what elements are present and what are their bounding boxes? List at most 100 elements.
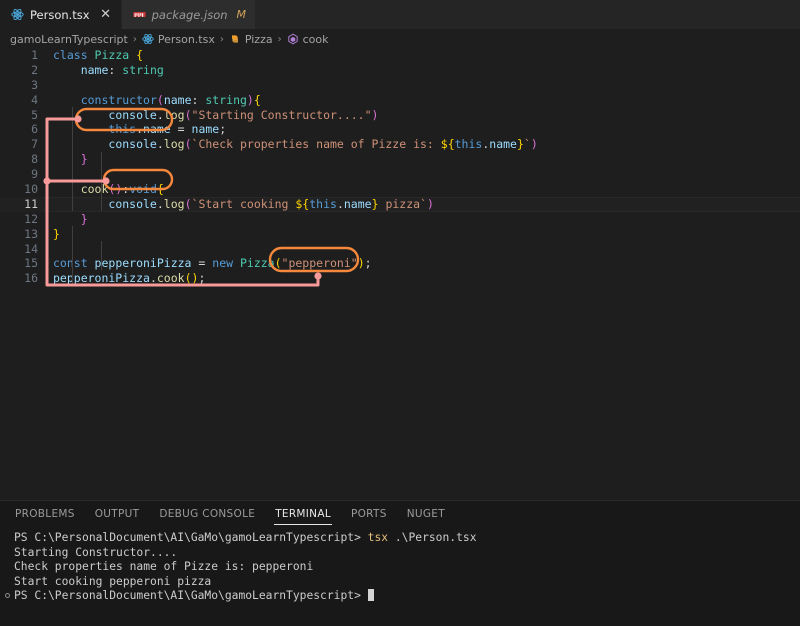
- code-line-text: name: string: [38, 63, 800, 78]
- code-token: (: [156, 92, 164, 107]
- class-symbol-icon: [231, 35, 238, 43]
- npm-file-icon: [133, 12, 146, 17]
- code-token: const: [53, 256, 95, 271]
- line-number: 10: [24, 182, 38, 197]
- code-line[interactable]: 3: [0, 78, 800, 93]
- code-editor[interactable]: 1 class Pizza {2 name: string 3 4 construct…: [0, 48, 800, 500]
- code-token: ;: [364, 256, 372, 271]
- breadcrumb-item-label: cook: [302, 32, 329, 46]
- panel-tab-nuget[interactable]: NUGET: [406, 504, 446, 525]
- code-token: (: [184, 107, 192, 122]
- panel-tab-debug-console[interactable]: DEBUG CONSOLE: [158, 504, 256, 525]
- editor-tab-package-json[interactable]: package.json M: [121, 0, 257, 29]
- panel-tab-ports[interactable]: PORTS: [350, 504, 388, 525]
- code-token: console: [108, 107, 157, 122]
- panel-tab-terminal[interactable]: TERMINAL: [274, 504, 332, 525]
- close-icon[interactable]: ✕: [100, 8, 112, 21]
- code-token: (): [108, 182, 123, 197]
- code-line-text: }: [38, 152, 800, 167]
- code-line-text: pepperoniPizza.cook();: [38, 271, 800, 286]
- code-token: :: [191, 92, 206, 107]
- code-token: log: [163, 196, 185, 211]
- code-token: `: [523, 137, 531, 152]
- code-token: ): [371, 107, 379, 122]
- terminal-prompt: PS C:\PersonalDocument\AI\GaMo\gamoLearn…: [14, 531, 368, 544]
- code-token: ${: [440, 137, 455, 152]
- code-token: new: [212, 256, 240, 271]
- code-line[interactable]: 5 console.log("Starting Constructor...."…: [0, 108, 800, 123]
- code-token: cook: [80, 182, 109, 197]
- code-line[interactable]: 13}: [0, 227, 800, 242]
- code-token: pizza`: [378, 196, 427, 211]
- code-line[interactable]: 14: [0, 242, 800, 257]
- breadcrumb-separator-icon: ›: [219, 33, 224, 45]
- terminal-output[interactable]: PS C:\PersonalDocument\AI\GaMo\gamoLearn…: [0, 527, 800, 626]
- editor-tab-label: package.json: [151, 7, 228, 22]
- code-line-text: constructor(name: string){: [38, 93, 800, 108]
- code-token: this: [108, 122, 137, 137]
- breadcrumb-item-label: Pizza: [244, 32, 273, 46]
- code-token: ): [357, 256, 365, 271]
- breadcrumb-item-gamolearntypescript[interactable]: gamoLearnTypescript: [10, 33, 128, 46]
- line-number: 11: [24, 196, 38, 211]
- react-file-icon: [11, 8, 24, 21]
- code-line[interactable]: 11 console.log(`Start cooking ${this.nam…: [0, 196, 800, 212]
- code-line[interactable]: 9: [0, 167, 800, 182]
- code-line[interactable]: 15 const pepperoniPizza = new Pizza("pepp…: [0, 256, 800, 271]
- code-line[interactable]: 7 console.log(`Check properties name of …: [0, 137, 800, 152]
- editor-tab-person-tsx[interactable]: Person.tsx ✕: [0, 0, 122, 29]
- line-number: 8: [31, 152, 38, 167]
- code-line[interactable]: 1 class Pizza {: [0, 48, 800, 63]
- code-token: .: [336, 196, 344, 211]
- terminal-prompt: PS C:\PersonalDocument\AI\GaMo\gamoLearn…: [14, 589, 368, 603]
- editor-tab-label: Person.tsx: [30, 7, 90, 22]
- line-number: 16: [24, 271, 38, 286]
- code-token: ;: [198, 271, 206, 286]
- code-line[interactable]: 16 pepperoniPizza.cook();: [0, 271, 800, 286]
- code-token: }: [80, 211, 88, 226]
- breadcrumb-separator-icon: ›: [277, 33, 282, 45]
- code-line[interactable]: 6 this.name = name;: [0, 122, 800, 137]
- code-token: ${: [295, 196, 310, 211]
- code-token: :: [108, 62, 123, 77]
- code-token: =: [191, 256, 213, 271]
- code-line-text: }: [38, 227, 800, 242]
- panel-tab-output[interactable]: OUTPUT: [94, 504, 141, 525]
- code-token: {: [156, 182, 164, 197]
- code-token: this: [309, 196, 337, 211]
- code-token: pepperoniPizza: [53, 271, 150, 286]
- code-token: console: [108, 196, 157, 211]
- code-line[interactable]: 4 constructor(name: string){: [0, 93, 800, 108]
- code-token: this: [454, 137, 483, 152]
- breadcrumb-item-cook[interactable]: cook: [287, 33, 329, 46]
- breadcrumb-item-pizza[interactable]: Pizza: [229, 33, 273, 46]
- code-token: "pepperoni": [281, 256, 358, 271]
- code-token: {: [136, 48, 144, 62]
- code-line[interactable]: 8 }: [0, 152, 800, 167]
- code-line[interactable]: 10 cook():void{: [0, 182, 800, 197]
- code-line[interactable]: 12 }: [0, 212, 800, 227]
- code-token: class: [53, 48, 95, 62]
- line-number: 6: [31, 122, 38, 137]
- code-token: `Start cooking: [191, 196, 296, 211]
- breadcrumb-separator-icon: ›: [132, 33, 137, 45]
- breadcrumb-item-person-tsx[interactable]: Person.tsx: [142, 33, 215, 46]
- code-token: ): [530, 137, 538, 152]
- code-token: name: [163, 92, 192, 107]
- code-lines[interactable]: 1 class Pizza {2 name: string 3 4 construct…: [0, 48, 800, 500]
- code-line-text: }: [38, 212, 800, 227]
- code-token: console: [108, 137, 157, 152]
- code-line-text: console.log("Starting Constructor...."): [38, 108, 800, 123]
- breadcrumb: gamoLearnTypescript › Person.tsx › Pizza › coo…: [0, 30, 800, 48]
- code-token: string: [205, 92, 247, 107]
- line-number: 14: [24, 241, 38, 256]
- code-line[interactable]: 2 name: string: [0, 63, 800, 78]
- code-line-text: console.log(`Start cooking ${this.name} …: [38, 197, 800, 212]
- react-file-icon: [142, 33, 154, 45]
- panel-tab-problems[interactable]: PROBLEMS: [14, 504, 76, 525]
- code-token: Pizza: [239, 256, 275, 271]
